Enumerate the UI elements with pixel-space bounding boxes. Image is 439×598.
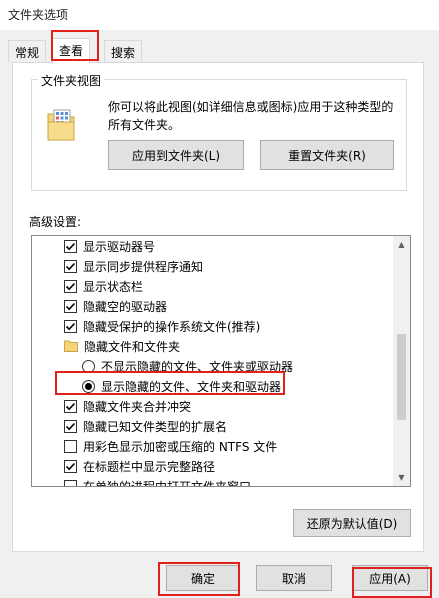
setting-label: 隐藏文件和文件夹 bbox=[84, 339, 181, 354]
apply-to-folders-button[interactable]: 应用到文件夹(L) bbox=[108, 140, 244, 170]
setting-row[interactable]: 隐藏已知文件类型的扩展名 bbox=[32, 416, 394, 436]
restore-defaults-button[interactable]: 还原为默认值(D) bbox=[293, 509, 411, 537]
tab-general[interactable]: 常规 bbox=[8, 40, 47, 62]
folder-view-description: 你可以将此视图(如详细信息或图标)应用于这种类型的所有文件夹。 bbox=[108, 100, 394, 132]
setting-label: 显示状态栏 bbox=[83, 279, 144, 294]
checkbox-checked[interactable] bbox=[64, 419, 77, 433]
checkbox-checked[interactable] bbox=[64, 299, 77, 313]
apply-button[interactable]: 应用(A) bbox=[352, 565, 428, 591]
checkbox-checked[interactable] bbox=[64, 399, 77, 413]
folder-icon bbox=[64, 340, 78, 352]
scroll-thumb[interactable] bbox=[397, 334, 406, 420]
folder-view-group: 文件夹视图 你可以将此视图(如详细信息或图标)应用于这种类型的所有文件夹。 应用… bbox=[31, 72, 407, 191]
checkbox-unchecked[interactable] bbox=[64, 439, 77, 453]
reset-folders-button[interactable]: 重置文件夹(R) bbox=[260, 140, 394, 170]
ok-button[interactable]: 确定 bbox=[166, 565, 240, 591]
view-panel: 文件夹视图 你可以将此视图(如详细信息或图标)应用于这种类型的所有文件夹。 应用… bbox=[12, 62, 424, 552]
tab-search[interactable]: 搜索 bbox=[104, 40, 143, 62]
setting-label: 隐藏空的驱动器 bbox=[83, 299, 168, 314]
setting-label: 隐藏受保护的操作系统文件(推荐) bbox=[83, 319, 261, 334]
radio-selected[interactable] bbox=[82, 379, 95, 393]
setting-label: 在标题栏中显示完整路径 bbox=[83, 459, 216, 474]
setting-label: 隐藏已知文件类型的扩展名 bbox=[83, 419, 228, 434]
checkbox-checked[interactable] bbox=[64, 279, 77, 293]
checkbox-checked[interactable] bbox=[64, 259, 77, 273]
setting-row[interactable]: 不显示隐藏的文件、文件夹或驱动器 bbox=[32, 356, 394, 376]
cancel-button[interactable]: 取消 bbox=[256, 565, 332, 591]
tree-scrollbar[interactable]: ▲ ▼ bbox=[393, 236, 410, 486]
checkbox-unchecked[interactable] bbox=[64, 479, 77, 486]
setting-row[interactable]: 在单独的进程中打开文件夹窗口 bbox=[32, 476, 394, 486]
scroll-up-icon[interactable]: ▲ bbox=[393, 236, 410, 253]
setting-row[interactable]: 显示隐藏的文件、文件夹和驱动器 bbox=[32, 376, 394, 396]
setting-label: 显示驱动器号 bbox=[83, 239, 156, 254]
setting-row[interactable]: 显示同步提供程序通知 bbox=[32, 256, 394, 276]
checkbox-checked[interactable] bbox=[64, 459, 77, 473]
advanced-settings-list: 显示驱动器号显示同步提供程序通知 显示状态栏隐藏空的驱动器隐藏受保护的操作系统文件… bbox=[32, 236, 394, 486]
setting-row[interactable]: 隐藏受保护的操作系统文件(推荐) bbox=[32, 316, 394, 336]
setting-label: 在单独的进程中打开文件夹窗口 bbox=[83, 478, 251, 487]
radio-unselected[interactable] bbox=[82, 359, 95, 373]
setting-row[interactable]: 显示状态栏 bbox=[32, 276, 394, 296]
scroll-down-icon[interactable]: ▼ bbox=[393, 469, 410, 486]
tab-strip: 常规 查看 搜索 bbox=[0, 38, 439, 64]
setting-label: 不显示隐藏的文件、文件夹或驱动器 bbox=[101, 359, 294, 374]
setting-label: 显示隐藏的文件、文件夹和驱动器 bbox=[101, 379, 282, 394]
setting-row[interactable]: 隐藏空的驱动器 bbox=[32, 296, 394, 316]
setting-row: 隐藏文件和文件夹 bbox=[32, 336, 394, 356]
checkbox-checked[interactable] bbox=[64, 319, 77, 333]
setting-label: 隐藏文件夹合并冲突 bbox=[83, 399, 192, 414]
window-title: 文件夹选项 bbox=[8, 8, 69, 22]
setting-row[interactable]: 用彩色显示加密或压缩的 NTFS 文件 bbox=[32, 436, 394, 456]
advanced-settings-tree[interactable]: 显示驱动器号显示同步提供程序通知 显示状态栏隐藏空的驱动器隐藏受保护的操作系统文件… bbox=[31, 235, 411, 487]
setting-row[interactable]: 隐藏文件夹合并冲突 bbox=[32, 396, 394, 416]
setting-row[interactable]: 显示驱动器号 bbox=[32, 236, 394, 256]
tab-view[interactable]: 查看 bbox=[52, 38, 91, 64]
checkbox-checked[interactable] bbox=[64, 239, 77, 253]
setting-row[interactable]: 在标题栏中显示完整路径 bbox=[32, 456, 394, 476]
setting-label: 显示同步提供程序通知 bbox=[83, 259, 204, 274]
folder-view-label: 文件夹视图 bbox=[38, 72, 105, 89]
setting-label: 用彩色显示加密或压缩的 NTFS 文件 bbox=[83, 439, 278, 454]
folder-view-icon bbox=[47, 109, 75, 141]
advanced-settings-label: 高级设置: bbox=[29, 215, 82, 229]
title-bar: 文件夹选项 bbox=[0, 0, 439, 30]
